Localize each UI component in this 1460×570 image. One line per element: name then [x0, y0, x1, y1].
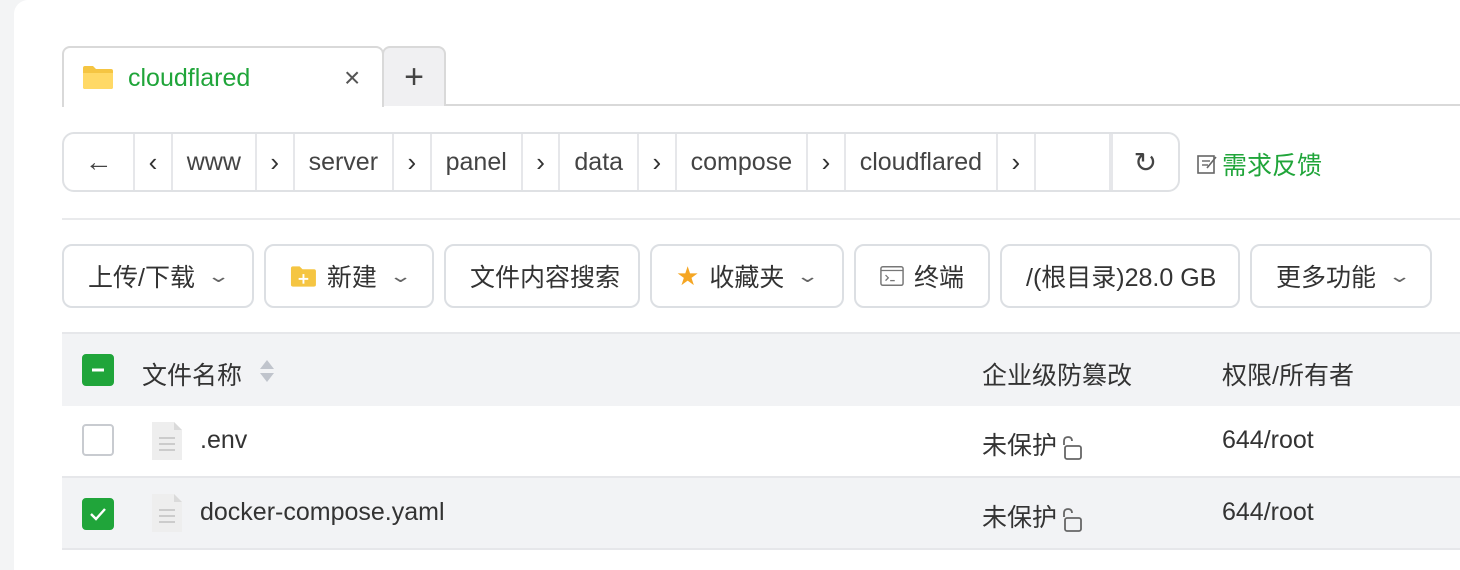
breadcrumb-compose[interactable]: compose: [677, 134, 809, 190]
file-manager-panel: cloudflared × + ← ‹ www › server › panel…: [14, 0, 1460, 570]
table-row[interactable]: docker-compose.yaml 未保护 644/root: [62, 478, 1460, 550]
feedback-label: 需求反馈: [1222, 152, 1323, 180]
chevron-right-icon[interactable]: ›: [639, 134, 677, 190]
chevron-right-icon[interactable]: ›: [523, 134, 561, 190]
protection-status: 未保护: [982, 504, 1058, 532]
terminal-icon: [880, 266, 904, 286]
edit-icon: [1197, 155, 1217, 174]
chevron-down-icon: ⌄: [795, 265, 820, 286]
unlock-icon[interactable]: [1059, 435, 1083, 461]
chevron-down-icon: ⌄: [1387, 265, 1412, 286]
file-icon: [152, 422, 182, 460]
file-name[interactable]: docker-compose.yaml: [200, 498, 445, 527]
chevron-right-icon[interactable]: ›: [257, 134, 295, 190]
plus-icon: +: [404, 57, 424, 96]
permission-cell[interactable]: 644/root: [1222, 498, 1314, 527]
protection-cell: 未保护: [982, 498, 1083, 534]
protection-status: 未保护: [982, 432, 1058, 460]
chevron-down-icon: ⌄: [388, 265, 413, 286]
more-label: 更多功能: [1276, 264, 1377, 292]
terminal-label: 终端: [913, 264, 964, 292]
star-icon: ★: [676, 260, 700, 291]
favorites-label: 收藏夹: [709, 264, 785, 292]
breadcrumb-panel[interactable]: panel: [432, 134, 523, 190]
check-icon: [90, 508, 106, 521]
new-button[interactable]: 新建 ⌄: [264, 244, 434, 308]
refresh-icon: ↻: [1133, 146, 1158, 178]
feedback-link[interactable]: 需求反馈: [1196, 146, 1322, 182]
select-all-checkbox[interactable]: [82, 354, 114, 386]
tab-bar: cloudflared × +: [62, 46, 1460, 107]
permission-cell[interactable]: 644/root: [1222, 426, 1314, 455]
breadcrumb-cloudflared[interactable]: cloudflared: [846, 134, 999, 190]
refresh-button[interactable]: ↻: [1110, 134, 1178, 190]
disk-button[interactable]: /(根目录)28.0 GB: [1000, 244, 1240, 308]
tab-title: cloudflared: [128, 64, 251, 92]
toolbar: 上传/下载 ⌄ 新建 ⌄ 文件内容搜索 ★ 收藏夹 ⌄ 终端 /(根目录)28.…: [62, 244, 1432, 308]
protection-cell: 未保护: [982, 426, 1083, 462]
content-search-button[interactable]: 文件内容搜索: [444, 244, 640, 308]
arrow-left-icon: ←: [84, 146, 113, 177]
sort-icon[interactable]: [258, 358, 276, 384]
tab-cloudflared[interactable]: cloudflared ×: [62, 46, 384, 107]
more-functions-button[interactable]: 更多功能 ⌄: [1250, 244, 1432, 308]
content-search-label: 文件内容搜索: [470, 264, 621, 292]
folder-icon: [83, 66, 113, 89]
chevron-right-icon[interactable]: ›: [998, 134, 1036, 190]
chevron-right-icon[interactable]: ›: [394, 134, 432, 190]
chevron-left-icon[interactable]: ‹: [135, 134, 173, 190]
upload-download-button[interactable]: 上传/下载 ⌄: [62, 244, 254, 308]
upload-download-label: 上传/下载: [88, 264, 195, 292]
table-row[interactable]: .env 未保护 644/root: [62, 406, 1460, 478]
new-label: 新建: [326, 264, 377, 292]
chevron-down-icon: ⌄: [206, 265, 231, 286]
breadcrumb-data[interactable]: data: [560, 134, 640, 190]
close-icon[interactable]: ×: [344, 62, 360, 94]
minus-icon: [92, 368, 104, 372]
chevron-right-icon[interactable]: ›: [808, 134, 846, 190]
file-icon: [152, 494, 182, 532]
terminal-button[interactable]: 终端: [854, 244, 990, 308]
unlock-icon[interactable]: [1059, 507, 1083, 533]
disk-label: /(根目录)28.0 GB: [1026, 264, 1217, 292]
header-protection: 企业级防篡改: [982, 362, 1133, 390]
breadcrumb-www[interactable]: www: [173, 134, 257, 190]
table-header: 文件名称 企业级防篡改 权限/所有者: [62, 332, 1460, 406]
file-name[interactable]: .env: [200, 426, 247, 455]
new-folder-icon: [290, 266, 316, 287]
row-checkbox[interactable]: [82, 424, 114, 456]
row-checkbox[interactable]: [82, 498, 114, 530]
path-input-area[interactable]: [1036, 134, 1111, 190]
divider: [62, 218, 1460, 220]
back-button[interactable]: ←: [64, 134, 136, 190]
breadcrumb-server[interactable]: server: [295, 134, 395, 190]
favorites-button[interactable]: ★ 收藏夹 ⌄: [650, 244, 844, 308]
path-breadcrumb: ← ‹ www › server › panel › data › compos…: [62, 132, 1180, 192]
header-filename[interactable]: 文件名称: [142, 356, 242, 392]
add-tab-button[interactable]: +: [382, 46, 446, 106]
header-permission: 权限/所有者: [1222, 362, 1354, 390]
